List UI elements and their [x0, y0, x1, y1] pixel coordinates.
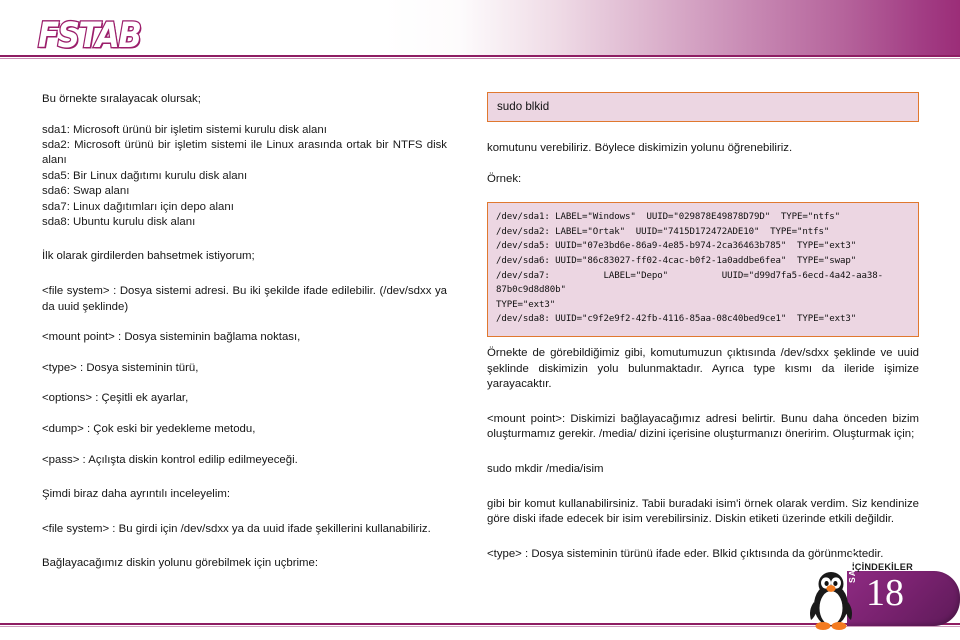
- list-item: sda5: Bir Linux dağıtımı kurulu disk ala…: [42, 169, 248, 182]
- definition-file-system: <file system> : Dosya sistemi adresi. Bu…: [42, 285, 447, 313]
- closing-text: Bağlayacağımız diskin yolunu görebilmek …: [42, 557, 319, 570]
- output-line: /dev/sda6: UUID="86c83027-ff02-4cac-b0f2…: [496, 255, 857, 266]
- entries-heading: İlk olarak girdilerden bahsetmek istiyor…: [42, 250, 255, 263]
- filesystem-detail-text: <file system> : Bu girdi için /dev/sdxx …: [42, 522, 431, 535]
- intro-text: Bu örnekte sıralayacak olursak;: [42, 93, 201, 105]
- paragraph-output-explanation: Örnekte de görebildiğimiz gibi, komutumu…: [487, 346, 919, 391]
- list-item: sda2: Microsoft ürünü bir işletim sistem…: [42, 139, 447, 167]
- output-line: /dev/sda1: LABEL="Windows" UUID="029878E…: [496, 212, 840, 223]
- command-box-blkid[interactable]: sudo blkid: [487, 92, 919, 122]
- right-column: sudo blkid komutunu verebiliriz. Böylece…: [487, 92, 919, 562]
- command-mkdir: sudo mkdir /media/isim: [487, 462, 604, 475]
- output-line: /dev/sda8: UUID="c9f2e9f2-42fb-4116-85aa…: [496, 314, 857, 325]
- command-text: sudo blkid: [497, 100, 550, 113]
- page-number: 18: [866, 572, 904, 614]
- definition-type: <type> : Dosya sisteminin türü,: [42, 361, 199, 374]
- list-item: sda6: Swap alanı: [42, 185, 130, 198]
- tux-penguin-icon: [810, 572, 852, 630]
- header-divider-line-secondary: [0, 58, 960, 59]
- detail-heading: Şimdi biraz daha ayrıntılı inceleyelim:: [42, 488, 231, 501]
- paragraph-name-explanation: gibi bir komut kullanabilirsiniz. Tabii …: [487, 497, 919, 526]
- definition-options: <options> : Çeşitli ek ayarlar,: [42, 392, 189, 405]
- definition-pass: <pass> : Açılışta diskin kontrol edilip …: [42, 453, 298, 466]
- page-number-badge[interactable]: İÇİNDEKİLER SAYFA 18: [800, 550, 960, 632]
- partition-list: sda1: Microsoft ürünü bir işletim sistem…: [42, 123, 447, 231]
- list-item: sda7: Linux dağıtımları için depo alanı: [42, 200, 234, 213]
- definition-dump: <dump> : Çok eski bir yedekleme metodu,: [42, 423, 256, 435]
- output-line: /dev/sda7: LABEL="Depo" UUID="d99d7fa5-6…: [496, 270, 883, 296]
- example-label: Örnek:: [487, 172, 522, 185]
- output-line: TYPE="ext3": [496, 299, 556, 310]
- definition-mount-point: <mount point> : Dosya sisteminin bağlama…: [42, 331, 301, 344]
- header-divider-line: [0, 55, 960, 57]
- output-line: /dev/sda5: UUID="07e3bd6e-86a9-4e85-b974…: [496, 241, 857, 252]
- paragraph-mount-point: <mount point>: Diskimizi bağlayacağımız …: [487, 412, 919, 441]
- left-column: Bu örnekte sıralayacak olursak; sda1: Mi…: [42, 92, 447, 572]
- page-header-band: [0, 0, 960, 57]
- after-command-text: komutunu verebiliriz. Böylece diskimizin…: [487, 142, 793, 154]
- list-item: sda8: Ubuntu kurulu disk alanı: [42, 216, 196, 229]
- page-root: FSTAB Bu örnekte sıralayacak olursak; sd…: [0, 0, 960, 640]
- blkid-output-box[interactable]: /dev/sda1: LABEL="Windows" UUID="029878E…: [487, 202, 919, 337]
- list-item: sda1: Microsoft ürünü bir işletim sistem…: [42, 123, 327, 136]
- fstab-logo: FSTAB: [37, 15, 143, 56]
- output-line: /dev/sda2: LABEL="Ortak" UUID="7415D1724…: [496, 226, 830, 237]
